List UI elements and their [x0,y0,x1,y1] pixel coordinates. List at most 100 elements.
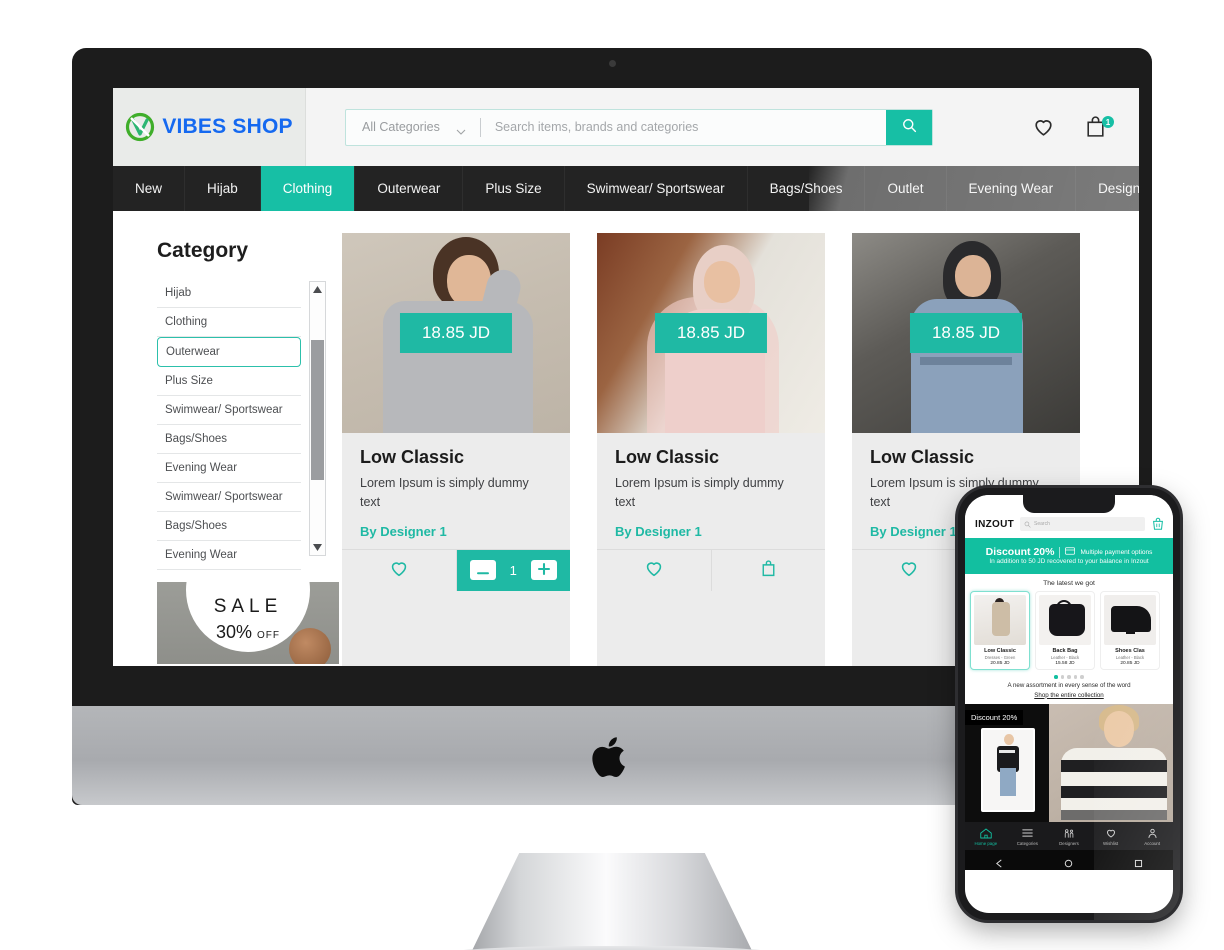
sale-percent: 30% [215,622,252,642]
carousel-dot[interactable] [1054,675,1058,679]
quantity-value: 1 [509,562,517,578]
add-to-wishlist-button[interactable] [342,549,457,591]
phone-nav-categories[interactable]: Categories [1007,827,1049,846]
carousel-dot[interactable] [1060,675,1065,679]
product-title: Low Classic [870,447,975,467]
category-select-label: All Categories [362,120,440,134]
sidebar-item-bags-shoes-2[interactable]: Bags/Shoes [157,512,301,541]
scroll-up-arrow-icon[interactable] [310,282,325,297]
home-circle-icon[interactable] [1064,855,1073,867]
carousel-pagination-dots[interactable] [965,670,1173,682]
phone-product-card[interactable]: Shoes Clas Leather - Black 20.85 JD [1100,591,1160,670]
phone-hero-product-thumb[interactable] [981,727,1035,812]
sidebar-item-swimwear-sportswear-2[interactable]: Swimwear/ Sportswear [157,483,301,512]
divider [1059,546,1061,558]
logo[interactable]: VIBES SHOP [113,88,305,166]
cart-button[interactable]: 1 [1083,114,1114,140]
sidebar-item-plus-size[interactable]: Plus Size [157,367,301,396]
sidebar-item-evening-wear-2[interactable]: Evening Wear [157,541,301,570]
nav-item-swimwear-sportswear[interactable]: Swimwear/ Sportswear [565,166,748,211]
sale-promo-banner[interactable]: SALE 30% OFF [157,582,339,664]
sidebar-item-bags-shoes[interactable]: Bags/Shoes [157,425,301,454]
carousel-dot[interactable] [1067,675,1071,679]
phone-hero-discount-badge: Discount 20% [965,709,1024,725]
shopping-basket-icon[interactable] [1151,517,1165,531]
category-select[interactable]: All Categories [346,110,480,145]
nav-item-evening-wear[interactable]: Evening Wear [947,166,1077,211]
nav-item-outlet[interactable]: Outlet [865,166,947,211]
screenshot-stage: VIBES SHOP All Categories Search items, … [0,0,1224,950]
sidebar-item-outerwear[interactable]: Outerwear [157,337,301,367]
recents-square-icon[interactable] [1134,855,1143,867]
search-input[interactable] [480,120,886,134]
phone-product-photo-dress [974,595,1026,645]
product-card[interactable]: 18.85 JD Low Classic Lorem Ipsum is simp… [597,233,825,666]
product-designer-link[interactable]: By Designer 1 [360,524,552,539]
phone-hero-model-photo [1049,703,1173,822]
monitor-stand-neck [467,853,757,950]
nav-item-designers[interactable]: Designers [1076,166,1139,211]
price-badge: 18.85 JD [399,313,513,353]
sidebar-item-hijab[interactable]: Hijab [157,279,301,308]
category-list: Hijab Clothing Outerwear Plus Size Swimw… [157,279,301,570]
nav-item-plus-size[interactable]: Plus Size [463,166,565,211]
category-sidebar: Category Hijab Clothing Outerwear Plus S… [113,211,339,666]
product-title: Low Classic [360,447,465,467]
search-button[interactable] [886,109,932,145]
phone-nav-label: Account [1144,840,1161,846]
phone-search-placeholder: Search [1034,521,1050,527]
nav-item-bags-shoes[interactable]: Bags/Shoes [748,166,866,211]
sidebar-item-swimwear-sportswear[interactable]: Swimwear/ Sportswear [157,396,301,425]
phone-product-price: 20.85 JD [990,661,1010,666]
nav-item-clothing[interactable]: Clothing [260,166,356,211]
back-triangle-icon[interactable] [995,855,1004,867]
phone-hero-banner[interactable]: Discount 20% [965,703,1173,822]
vibes-v-circle-logo-icon [125,112,155,142]
product-actions: 1 [342,548,570,591]
nav-item-new[interactable]: New [113,166,186,211]
nav-item-outerwear[interactable]: Outerwear [355,166,464,211]
phone-product-photo-bag [1039,595,1091,645]
logo-text: VIBES SHOP [162,115,293,138]
scrollbar-thumb[interactable] [311,340,324,480]
phone-product-card[interactable]: Low Classic Dresses - Green 20.85 JD [970,591,1030,670]
scroll-down-arrow-icon[interactable] [310,540,325,555]
phone-product-name: Back Bag [1052,648,1078,654]
phone-nav-account[interactable]: Account [1131,827,1173,846]
product-image: 18.85 JD [852,233,1080,433]
chevron-down-icon [456,124,466,135]
sidebar-item-clothing[interactable]: Clothing [157,308,301,337]
search-icon [902,118,917,136]
add-to-cart-button[interactable] [712,550,826,591]
phone-product-card[interactable]: Back Bag Leather - Black 15.58 JD [1035,591,1095,670]
carousel-dot[interactable] [1073,675,1078,679]
decrease-quantity-button[interactable] [469,560,496,580]
add-to-wishlist-button[interactable] [597,549,712,591]
add-to-wishlist-button[interactable] [852,549,967,591]
phone-shop-collection-link[interactable]: Shop the entire collection [965,692,1173,704]
quantity-stepper[interactable]: 1 [456,549,570,591]
phone-promo-headline: Discount 20% Multiple payment options [971,546,1167,558]
phone-nav-designers[interactable]: Designers [1048,827,1090,846]
product-card[interactable]: 18.85 JD Low Classic Lorem Ipsum is simp… [342,233,570,666]
shopping-bag-icon [758,557,779,583]
sale-title: SALE [213,596,283,617]
phone-nav-wishlist[interactable]: Wishlist [1090,827,1132,846]
list-icon [1007,827,1049,840]
sidebar-item-evening-wear[interactable]: Evening Wear [157,454,301,483]
wishlist-button[interactable] [1031,114,1057,140]
price-badge: 18.85 JD [909,313,1023,353]
cart-count-badge: 1 [1102,116,1114,128]
carousel-dot[interactable] [1080,675,1084,679]
heart-icon [388,557,410,584]
phone-nav-label: Categories [1016,840,1038,846]
increase-quantity-button[interactable] [530,560,557,580]
phone-nav-home[interactable]: Home page [965,827,1007,846]
product-designer-link[interactable]: By Designer 1 [615,524,807,539]
category-scrollbar[interactable] [309,281,326,556]
product-info: Low Classic Lorem Ipsum is simply dummy … [342,433,570,549]
phone-product-price: 15.58 JD [1055,661,1075,666]
phone-search-input[interactable]: Search [1020,517,1145,531]
nav-item-hijab[interactable]: Hijab [185,166,261,211]
phone-product-meta: Leather - Black [1050,655,1080,660]
